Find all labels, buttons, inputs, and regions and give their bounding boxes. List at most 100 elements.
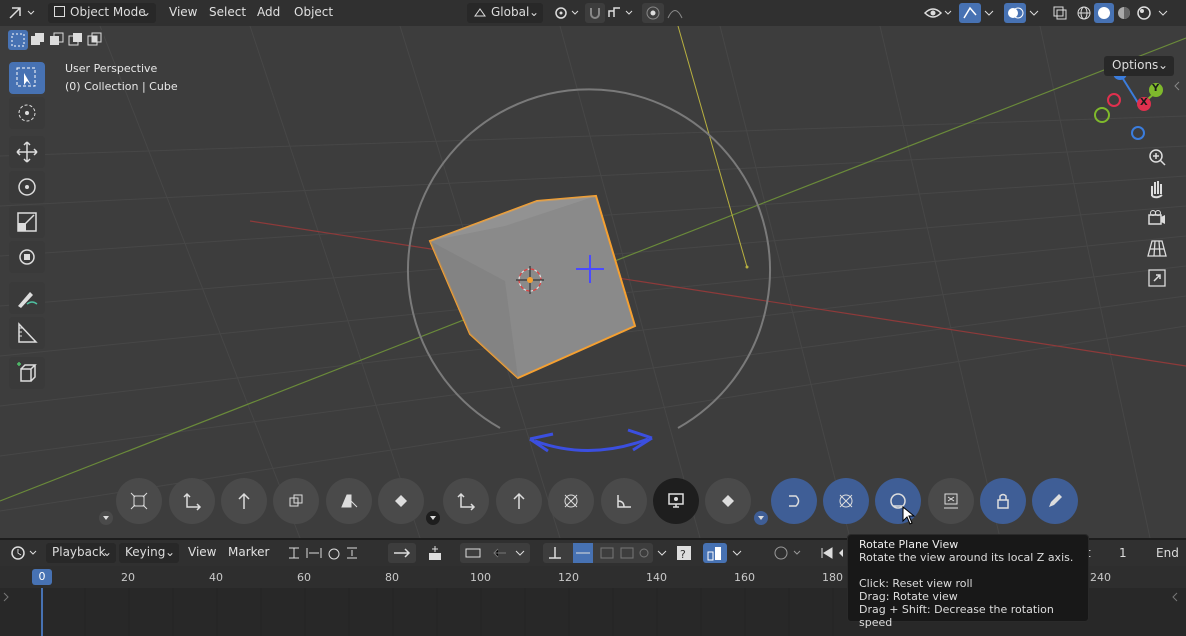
magnet-icon (590, 8, 600, 19)
transform-orientation-dropdown[interactable]: Global ⌄ (467, 3, 543, 23)
gizmo-x-label[interactable]: X (1140, 97, 1148, 108)
tool-measure[interactable] (9, 317, 45, 349)
tool-add-cube[interactable] (9, 357, 45, 389)
shading-material[interactable] (1114, 3, 1134, 23)
triangle-down-icon (754, 511, 768, 525)
keyframe-tools-group[interactable] (460, 543, 530, 563)
menu-add[interactable]: Add (257, 5, 280, 19)
quick-btn-13[interactable] (771, 478, 817, 524)
select-extend-button[interactable] (28, 30, 47, 50)
xray-toggle[interactable] (1050, 3, 1070, 23)
select-new-button[interactable] (8, 30, 28, 50)
overlays-dropdown[interactable] (1027, 3, 1041, 23)
pan-button[interactable] (1145, 176, 1169, 200)
gizmo-icon (963, 6, 977, 19)
view-selected-icon (944, 493, 958, 509)
quick-btn-5[interactable] (326, 478, 372, 524)
select-invert-button[interactable] (66, 30, 85, 50)
sidebar-toggle[interactable] (1170, 76, 1184, 96)
tool-move[interactable] (9, 136, 45, 168)
shading-wireframe[interactable] (1074, 3, 1094, 23)
timeline-menu-view[interactable]: View (188, 545, 216, 559)
quick-btn-16[interactable] (928, 478, 974, 524)
tool-scale[interactable] (9, 206, 45, 238)
display-dropdown[interactable] (730, 543, 744, 563)
menu-view[interactable]: View (169, 5, 197, 19)
quick-btn-3[interactable] (221, 478, 267, 524)
quick-btn-7[interactable] (443, 478, 489, 524)
orbit-icon (839, 494, 853, 508)
playhead-line[interactable] (41, 588, 43, 636)
menu-object[interactable]: Object (294, 5, 333, 19)
shading-solid[interactable] (1094, 3, 1114, 23)
sync-button[interactable] (388, 543, 416, 563)
jump-start-button[interactable] (816, 543, 846, 563)
timeline-expand-right[interactable] (1170, 590, 1180, 604)
select-subtract-button[interactable] (47, 30, 66, 50)
timeline-menu-marker[interactable]: Marker (228, 545, 269, 559)
quick-btn-1[interactable] (116, 478, 162, 524)
quick-btn-11[interactable] (653, 478, 699, 524)
visibility-dropdown[interactable] (922, 3, 954, 23)
gizmo-y-label[interactable]: Y (1152, 83, 1159, 94)
timeline-expand-left[interactable] (2, 590, 10, 604)
tool-annotate[interactable] (9, 282, 45, 314)
keying-set-dropdown[interactable] (770, 543, 806, 563)
auto-key-button[interactable] (422, 543, 448, 563)
snap-toggle[interactable] (585, 3, 605, 23)
quick-btn-2[interactable] (169, 478, 215, 524)
perspective-toggle-button[interactable] (1145, 236, 1169, 260)
overlays-toggle[interactable] (1004, 3, 1026, 23)
proportional-editing-toggle[interactable] (642, 3, 664, 23)
falloff-dropdown[interactable] (665, 3, 693, 23)
quick-btn-9[interactable] (548, 478, 594, 524)
quick-btn-18[interactable] (1032, 478, 1078, 524)
gizmo-dropdown[interactable] (982, 3, 996, 23)
playback-options-group[interactable] (285, 544, 365, 562)
snapping-group[interactable] (543, 543, 653, 563)
editor-type-button[interactable] (6, 3, 40, 23)
mode-dropdown[interactable]: Object Mode ⌄ (48, 3, 156, 23)
quick-btn-4[interactable] (273, 478, 319, 524)
quick-btn-6[interactable] (378, 478, 424, 524)
quick-btn-14[interactable] (823, 478, 869, 524)
move-icon (16, 141, 38, 163)
playback-dropdown[interactable]: Playback ⌄ (46, 543, 116, 563)
add-cube-icon (17, 362, 37, 382)
timeline-editor-type[interactable] (10, 544, 40, 562)
quick-btn-17[interactable] (980, 478, 1026, 524)
select-intersect-button[interactable] (85, 30, 104, 50)
zoom-button[interactable] (1145, 146, 1169, 170)
end-frame-label[interactable]: End (1156, 546, 1179, 560)
snap-dropdown[interactable] (655, 543, 669, 563)
tool-rotate[interactable] (9, 171, 45, 203)
keying-dropdown[interactable]: Keying ⌄ (119, 543, 179, 563)
start-frame-value[interactable]: 1 (1119, 546, 1127, 560)
menu-select[interactable]: Select (209, 5, 246, 19)
jump-start-icon (821, 547, 843, 559)
quick-btn-8[interactable] (496, 478, 542, 524)
expand-arrow-3[interactable] (753, 510, 769, 526)
help-button[interactable]: ? (675, 544, 693, 562)
fullscreen-button[interactable] (1145, 266, 1169, 290)
tool-transform[interactable] (9, 241, 45, 273)
shading-dropdown[interactable] (1156, 3, 1170, 23)
quick-btn-12[interactable] (705, 478, 751, 524)
chevron-left-icon (1174, 81, 1180, 91)
3d-viewport[interactable]: Z Y X Options ⌄ User Perspective (0) Col… (0, 26, 1186, 538)
angle-icon (617, 495, 631, 508)
options-dropdown[interactable]: Options ⌄ (1104, 56, 1174, 76)
tooltip: Rotate Plane View Rotate the view around… (847, 534, 1089, 629)
display-mode-button[interactable] (703, 543, 727, 563)
expand-arrow-2[interactable] (425, 510, 441, 526)
camera-view-button[interactable] (1145, 206, 1169, 230)
current-frame-indicator[interactable]: 0 (32, 569, 52, 585)
quick-btn-10[interactable] (601, 478, 647, 524)
expand-arrow-1[interactable] (98, 510, 114, 526)
tool-cursor[interactable] (9, 97, 45, 129)
tool-select-box[interactable] (9, 62, 45, 94)
shading-rendered[interactable] (1134, 3, 1154, 23)
pivot-point-button[interactable] (552, 4, 582, 22)
snap-target-dropdown[interactable] (606, 3, 636, 23)
gizmo-toggle[interactable] (959, 3, 981, 23)
